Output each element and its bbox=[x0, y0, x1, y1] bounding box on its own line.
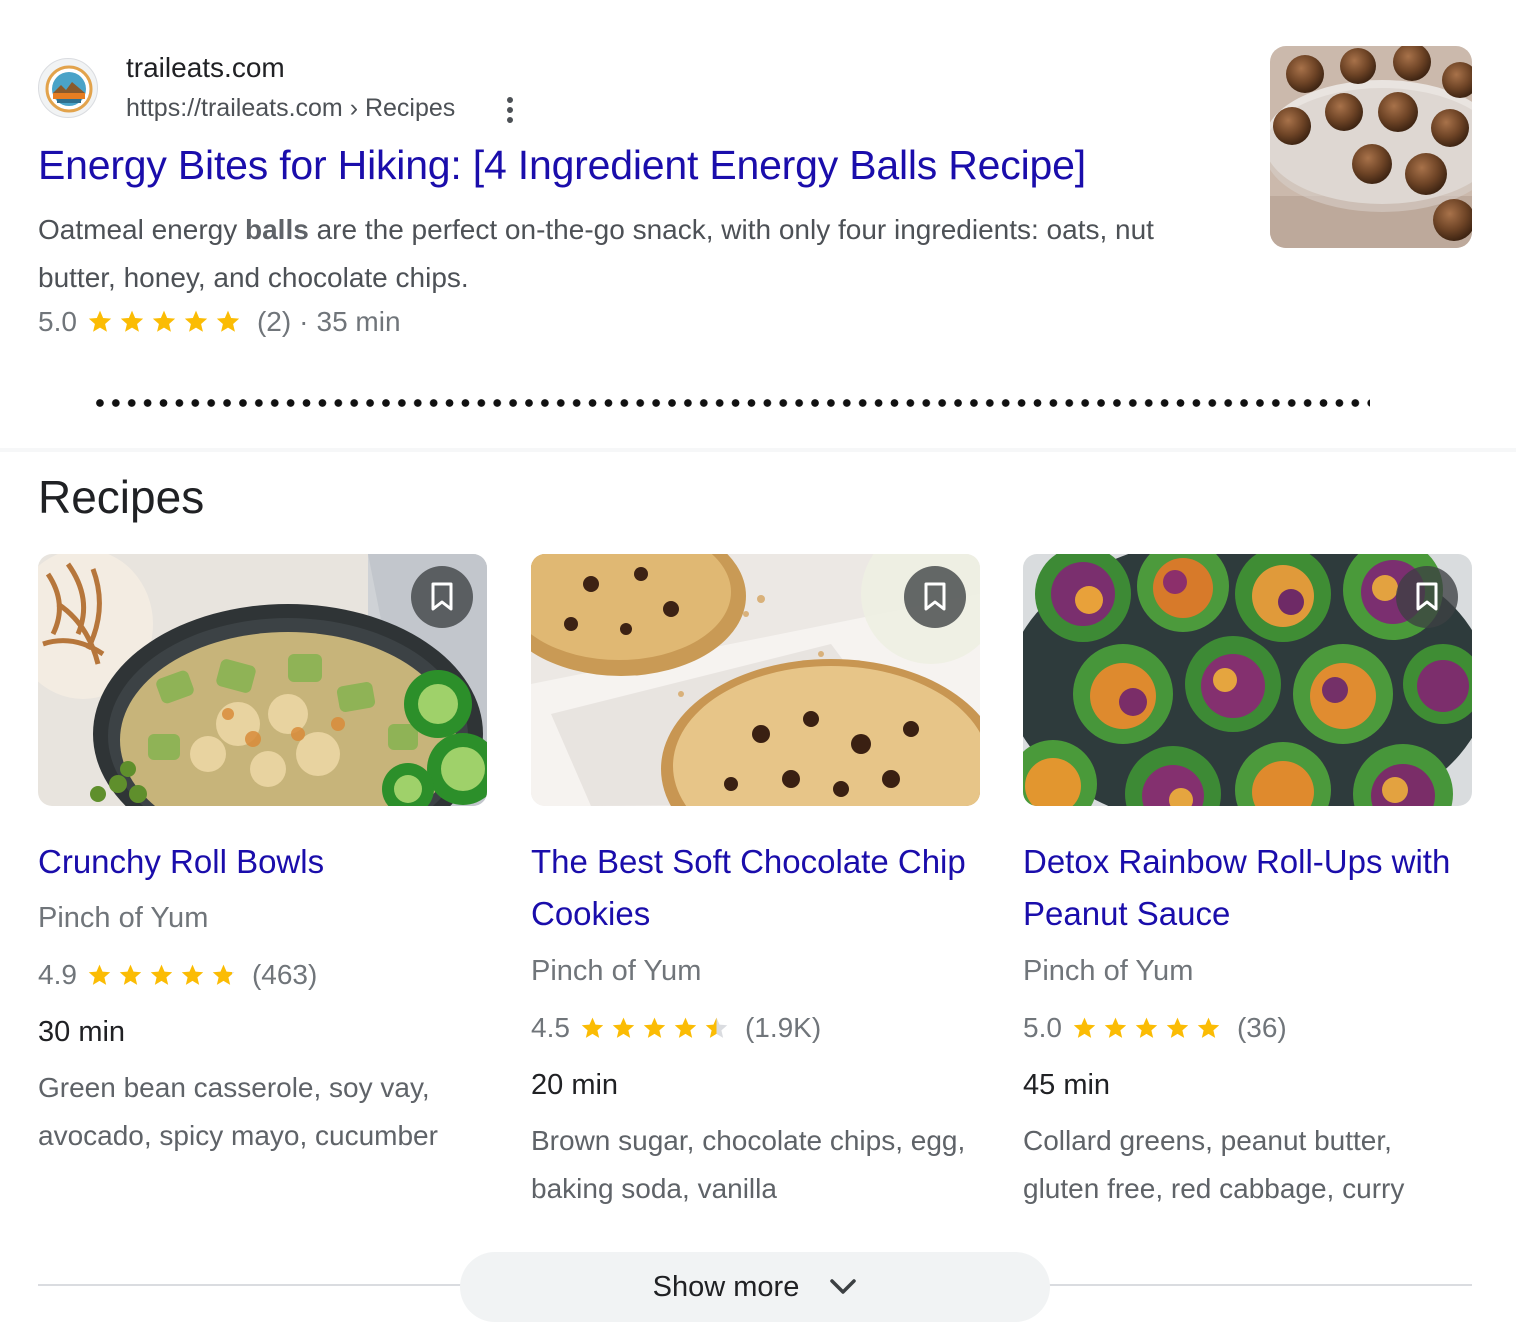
star-icon bbox=[1104, 1017, 1127, 1038]
recipes-heading: Recipes bbox=[38, 471, 205, 523]
star-icon bbox=[119, 964, 142, 985]
bookmark-icon[interactable] bbox=[904, 566, 966, 628]
recipe-meta: Pinch of Yum 4.5 (1.9K) 20 min Brown sug… bbox=[531, 943, 971, 1213]
star-icon bbox=[705, 1017, 728, 1038]
star-icon bbox=[1135, 1017, 1158, 1038]
recipe-meta: Pinch of Yum 4.9 (463) 30 min Green bean… bbox=[38, 890, 478, 1160]
rating-stars bbox=[1072, 1016, 1227, 1041]
star-icon bbox=[1073, 1017, 1096, 1038]
recipe-ingredients: Collard greens, peanut butter, gluten fr… bbox=[1023, 1125, 1405, 1204]
star-icon bbox=[674, 1017, 697, 1038]
show-more-label: Show more bbox=[652, 1270, 800, 1303]
recipe-ingredients: Brown sugar, chocolate chips, egg, bakin… bbox=[531, 1125, 966, 1204]
review-count: (463) bbox=[251, 959, 318, 990]
recipe-rating-row: 5.0 (36) bbox=[1023, 999, 1463, 1057]
recipe-source: Pinch of Yum bbox=[531, 955, 702, 987]
rating-value: 4.9 bbox=[38, 959, 77, 990]
star-icon bbox=[120, 310, 144, 332]
search-result: traileats.com https://traileats.com › Re… bbox=[38, 40, 1472, 350]
recipe-rating-row: 4.9 (463) bbox=[38, 946, 478, 1004]
star-icon bbox=[88, 964, 111, 985]
meta-separator: · bbox=[299, 306, 309, 337]
bookmark-icon[interactable] bbox=[411, 566, 473, 628]
recipe-rating-row: 4.5 (1.9K) bbox=[531, 999, 971, 1057]
rating-stars bbox=[87, 309, 247, 335]
rating-value: 5.0 bbox=[1023, 1012, 1062, 1043]
review-count: (36) bbox=[1236, 1012, 1287, 1043]
snippet-highlight: balls bbox=[245, 214, 309, 245]
expand-dots[interactable] bbox=[92, 396, 1370, 410]
recipe-image[interactable] bbox=[531, 554, 980, 806]
recipe-title-link[interactable]: Crunchy Roll Bowls bbox=[38, 836, 478, 888]
star-icon bbox=[152, 310, 176, 332]
cook-time: 35 min bbox=[316, 306, 401, 337]
snippet-text-start: Oatmeal energy bbox=[38, 214, 245, 245]
review-count: (2) bbox=[256, 306, 292, 337]
result-snippet: Oatmeal energy balls are the perfect on-… bbox=[38, 206, 1218, 302]
more-options-icon[interactable] bbox=[500, 94, 520, 126]
recipe-source: Pinch of Yum bbox=[38, 902, 209, 934]
recipe-title-link[interactable]: Detox Rainbow Roll-Ups with Peanut Sauce bbox=[1023, 836, 1463, 940]
cook-time: 20 min bbox=[531, 1069, 619, 1101]
result-title-link[interactable]: Energy Bites for Hiking: [4 Ingredient E… bbox=[38, 142, 1086, 189]
rating-stars bbox=[87, 963, 242, 988]
star-icon bbox=[212, 964, 235, 985]
rating-value: 5.0 bbox=[38, 306, 77, 337]
rating-value: 4.5 bbox=[531, 1012, 570, 1043]
site-name[interactable]: traileats.com bbox=[126, 52, 285, 84]
section-divider bbox=[0, 448, 1516, 452]
site-favicon[interactable] bbox=[38, 58, 98, 118]
recipe-title-link[interactable]: The Best Soft Chocolate Chip Cookies bbox=[531, 836, 971, 940]
review-count: (1.9K) bbox=[744, 1012, 822, 1043]
recipe-image[interactable] bbox=[38, 554, 487, 806]
recipe-source: Pinch of Yum bbox=[1023, 955, 1194, 987]
bookmark-icon[interactable] bbox=[1396, 566, 1458, 628]
result-thumbnail[interactable] bbox=[1270, 46, 1472, 248]
star-icon bbox=[1197, 1017, 1220, 1038]
recipe-ingredients: Green bean casserole, soy vay, avocado, … bbox=[38, 1072, 438, 1151]
show-more-button[interactable]: Show more bbox=[460, 1252, 1050, 1322]
recipe-image[interactable] bbox=[1023, 554, 1472, 806]
star-icon bbox=[216, 310, 240, 332]
star-icon bbox=[150, 964, 173, 985]
star-icon bbox=[1166, 1017, 1189, 1038]
chevron-down-icon bbox=[830, 1279, 857, 1294]
rating-stars bbox=[580, 1016, 735, 1041]
site-attribution: traileats.com https://traileats.com › Re… bbox=[38, 52, 638, 123]
recipe-meta: Pinch of Yum 5.0 (36) 45 min Collard gre… bbox=[1023, 943, 1463, 1213]
star-icon bbox=[88, 310, 112, 332]
cook-time: 30 min bbox=[38, 1016, 126, 1048]
recipe-card[interactable]: Crunchy Roll Bowls Pinch of Yum 4.9 (463… bbox=[38, 554, 487, 1234]
site-url-breadcrumb[interactable]: https://traileats.com › Recipes bbox=[126, 94, 455, 123]
star-icon bbox=[643, 1017, 666, 1038]
star-icon bbox=[181, 964, 204, 985]
star-icon bbox=[612, 1017, 635, 1038]
result-rating-row: 5.0 (2) · 35 min bbox=[38, 306, 401, 338]
recipe-card[interactable]: Detox Rainbow Roll-Ups with Peanut Sauce… bbox=[1023, 554, 1472, 1234]
star-icon bbox=[581, 1017, 604, 1038]
star-icon bbox=[184, 310, 208, 332]
cook-time: 45 min bbox=[1023, 1069, 1111, 1101]
recipe-card[interactable]: The Best Soft Chocolate Chip Cookies Pin… bbox=[531, 554, 980, 1234]
